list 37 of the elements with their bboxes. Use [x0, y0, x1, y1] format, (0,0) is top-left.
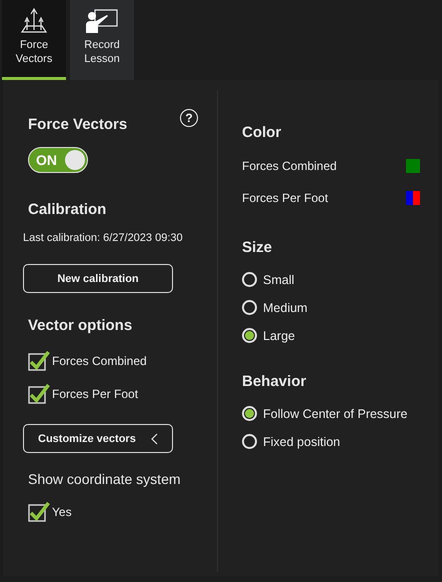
section-title: Calibration [28, 201, 108, 218]
checkbox-label: Forces Combined [52, 354, 147, 368]
color-swatch[interactable] [413, 191, 420, 205]
tab[interactable]: Record Lesson [70, 0, 134, 80]
force-vectors-icon [19, 8, 49, 34]
checkbox[interactable] [28, 501, 50, 522]
teacher-board-icon [85, 8, 119, 34]
radio-button[interactable] [242, 406, 257, 421]
color-label: Forces Combined [242, 159, 337, 173]
section-title: Show coordinate system [28, 471, 182, 487]
option-label: Follow Center of Pressure [263, 406, 408, 420]
option-label: Large [263, 328, 295, 342]
last-calibration-text: Last calibration: 6/27/2023 09:30 [23, 232, 184, 244]
option-label: Medium [263, 300, 308, 314]
section-title: Force Vectors [28, 116, 128, 133]
radio-button[interactable] [242, 272, 257, 287]
section-title: Behavior [242, 373, 308, 390]
section-title: Size [242, 239, 274, 256]
section-title: Vector options [28, 317, 134, 334]
checkbox[interactable] [28, 383, 50, 404]
customize-vectors-button[interactable]: Customize vectors [23, 424, 173, 453]
checkbox-label: Forces Per Foot [52, 386, 138, 400]
radio-button[interactable] [242, 328, 257, 343]
color-swatch[interactable] [406, 191, 413, 205]
new-calibration-button[interactable]: New calibration [23, 264, 173, 293]
tab[interactable]: Force Vectors [2, 0, 66, 80]
checkbox[interactable] [28, 350, 50, 371]
color-label: Forces Per Foot [242, 191, 328, 205]
option-label: Fixed position [263, 434, 340, 448]
chevron-left-icon [151, 432, 158, 444]
radio-button[interactable] [242, 300, 257, 315]
help-icon[interactable]: ? [180, 108, 198, 126]
option-label: Small [263, 272, 294, 286]
radio-button[interactable] [242, 434, 257, 449]
color-swatch[interactable] [406, 159, 420, 173]
section-title: Color [242, 124, 282, 141]
checkbox-label: Yes [52, 504, 72, 518]
